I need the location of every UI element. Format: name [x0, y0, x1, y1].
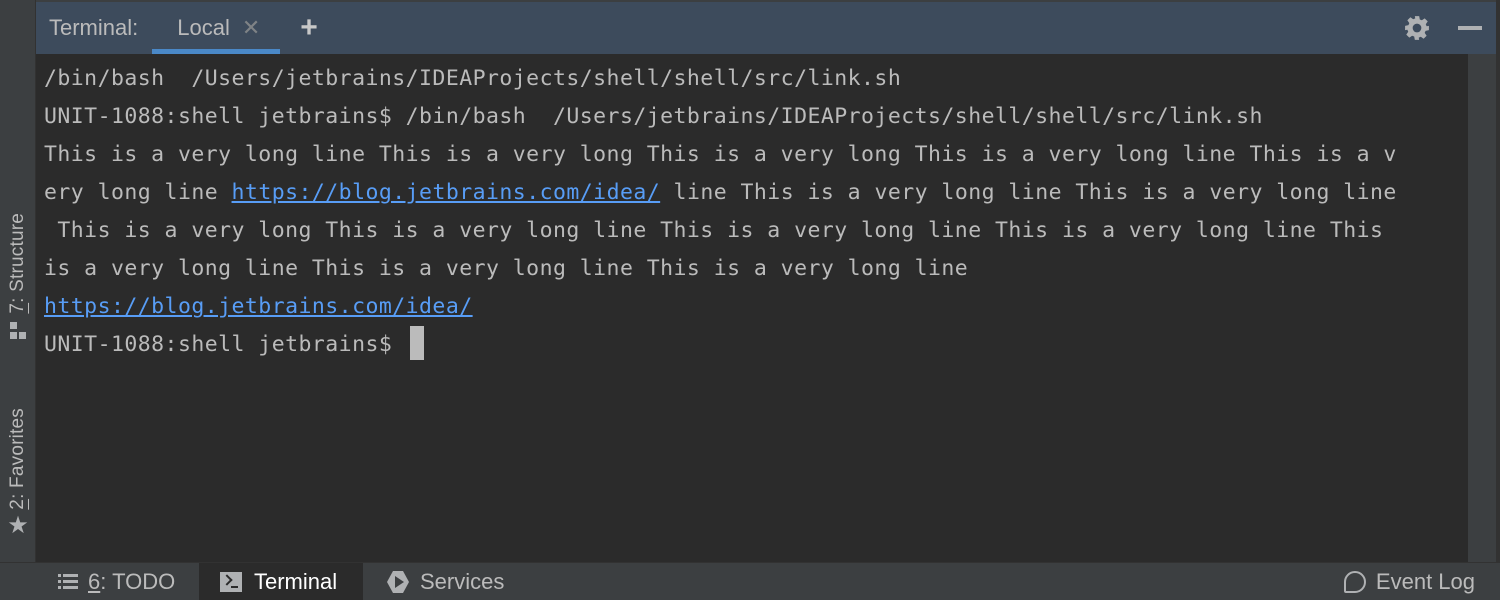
- close-icon[interactable]: ✕: [242, 17, 260, 39]
- structure-label: 7: Structure: [7, 213, 28, 314]
- star-icon: ★: [7, 512, 29, 539]
- right-edge: [1496, 0, 1500, 562]
- vertical-scrollbar[interactable]: [1468, 54, 1496, 562]
- terminal-tool-button[interactable]: Terminal: [199, 563, 363, 600]
- terminal-line: https://blog.jetbrains.com/idea/: [44, 288, 1468, 326]
- prompt: UNIT-1088:shell jetbrains$: [44, 332, 406, 357]
- list-icon: [58, 574, 78, 590]
- terminal-output[interactable]: /bin/bash /Users/jetbrains/IDEAProjects/…: [36, 54, 1468, 562]
- terminal-line: This is a very long line This is a very …: [44, 142, 1397, 167]
- terminal-line: This is a very long This is a very long …: [44, 218, 1384, 243]
- tab-local[interactable]: Local ✕: [152, 2, 281, 54]
- terminal-prompt-line: UNIT-1088:shell jetbrains$: [44, 326, 1468, 364]
- terminal-line: ery long line https://blog.jetbrains.com…: [44, 180, 1397, 205]
- structure-tool-button[interactable]: 7: Structure: [0, 188, 36, 340]
- gear-icon[interactable]: [1404, 15, 1430, 41]
- terminal-icon: [220, 572, 242, 592]
- terminal-title: Terminal:: [49, 15, 139, 40]
- terminal-link[interactable]: https://blog.jetbrains.com/idea/: [232, 180, 661, 205]
- add-tab-icon[interactable]: +: [300, 13, 318, 43]
- services-tool-button[interactable]: Services: [386, 563, 504, 600]
- tab-local-label: Local: [177, 15, 230, 40]
- terminal-link[interactable]: https://blog.jetbrains.com/idea/: [44, 294, 473, 319]
- services-icon: [387, 571, 409, 593]
- todo-tool-button[interactable]: 6: TODO: [58, 563, 175, 600]
- left-tool-strip: 7: Structure ★ 2: Favorites: [0, 0, 36, 562]
- speech-bubble-icon: [1343, 571, 1366, 593]
- header-actions: [1404, 2, 1500, 54]
- terminal-line: UNIT-1088:shell jetbrains$ /bin/bash /Us…: [44, 104, 1263, 129]
- terminal-header: Terminal: Local ✕ +: [36, 2, 1500, 54]
- text-cursor: [409, 326, 424, 360]
- minimize-icon[interactable]: [1458, 26, 1482, 30]
- bottom-tool-bar: 6: TODO Terminal Services Event Log: [0, 562, 1500, 600]
- structure-icon: [9, 322, 27, 340]
- terminal-line: is a very long line This is a very long …: [44, 256, 969, 281]
- favorites-label: 2: Favorites: [7, 408, 28, 510]
- event-log-button[interactable]: Event Log: [1343, 563, 1475, 600]
- favorites-tool-button[interactable]: ★ 2: Favorites: [0, 382, 36, 538]
- terminal-line: /bin/bash /Users/jetbrains/IDEAProjects/…: [44, 66, 902, 91]
